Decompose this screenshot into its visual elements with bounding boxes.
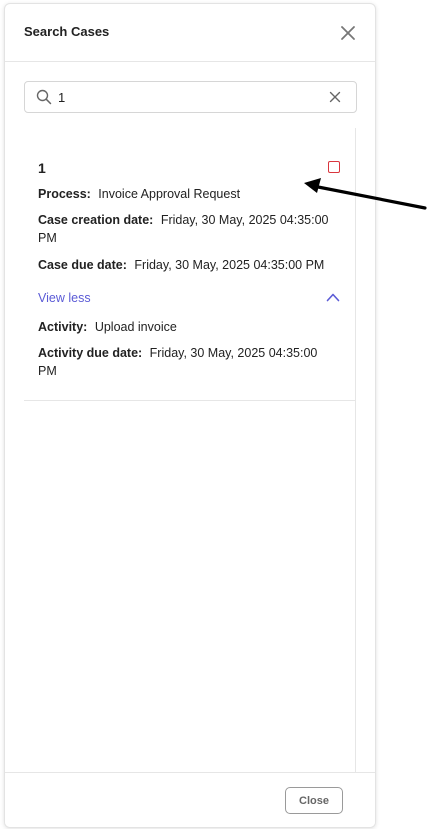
activity-field: Activity: Upload invoice: [38, 318, 338, 336]
case-due-date-value: Friday, 30 May, 2025 04:35:00 PM: [134, 258, 325, 272]
activity-value: Upload invoice: [94, 320, 177, 334]
activity-label: Activity:: [38, 320, 88, 334]
process-value: Invoice Approval Request: [98, 187, 241, 201]
close-button[interactable]: Close: [285, 787, 343, 814]
activity-due-date-field: Activity due date: Friday, 30 May, 2025 …: [38, 344, 338, 380]
process-field: Process: Invoice Approval Request: [38, 185, 338, 203]
clear-icon[interactable]: [329, 91, 341, 103]
case-due-date-label: Case due date:: [38, 258, 127, 272]
case-due-date-field: Case due date: Friday, 30 May, 2025 04:3…: [38, 256, 338, 274]
annotation-arrow-icon: [304, 178, 427, 210]
search-icon: [36, 89, 52, 105]
view-less-link[interactable]: View less: [38, 291, 91, 305]
case-number: 1: [38, 160, 46, 176]
search-input[interactable]: [58, 86, 318, 108]
close-icon[interactable]: [339, 24, 357, 42]
panel-title: Search Cases: [24, 24, 110, 39]
process-label: Process:: [38, 187, 91, 201]
search-cases-panel: Search Cases 1 Process:: [4, 3, 376, 828]
case-creation-date-field: Case creation date: Friday, 30 May, 2025…: [38, 211, 338, 247]
activity-due-date-label: Activity due date:: [38, 346, 143, 360]
chevron-up-icon[interactable]: [326, 292, 340, 302]
case-creation-date-label: Case creation date:: [38, 213, 154, 227]
case-card[interactable]: 1 Process: Invoice Approval Request Case…: [24, 128, 355, 401]
panel-header: Search Cases: [5, 4, 375, 62]
page: Search Cases 1 Process:: [0, 0, 427, 829]
results-list: 1 Process: Invoice Approval Request Case…: [24, 128, 356, 774]
search-box: [24, 81, 357, 113]
panel-footer: Close: [5, 772, 375, 827]
